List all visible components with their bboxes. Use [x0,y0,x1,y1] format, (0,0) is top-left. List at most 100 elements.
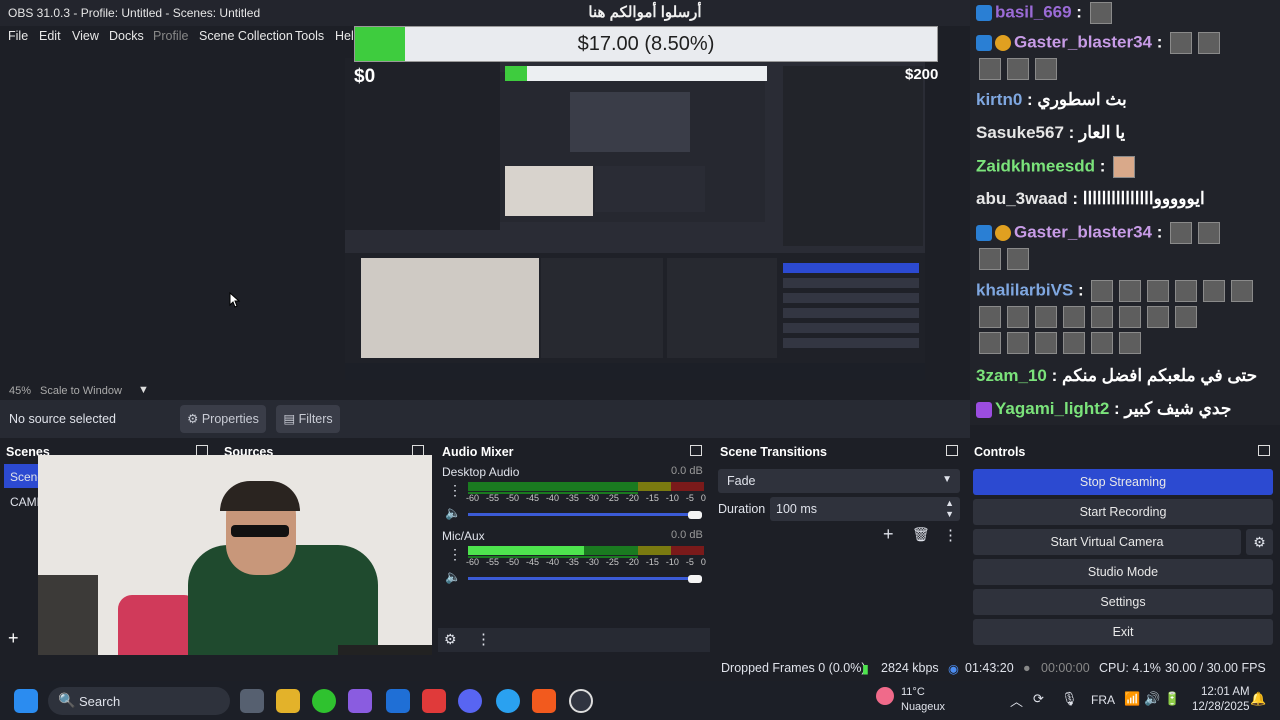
chevron-down-icon[interactable]: ▼ [138,384,149,396]
stream-time: 01:43:20 [965,661,1014,675]
zoom-level[interactable]: 45% [9,385,31,397]
undock-icon[interactable] [690,445,702,456]
taskbar: 🔍 Search 11°C Nuageux ︿ ⟳ 🎙 FRA 📶 🔊 🔋 12… [0,681,1280,720]
volume-slider[interactable] [468,577,702,580]
scale-mode[interactable]: Scale to Window [40,385,122,397]
copilot-icon[interactable] [348,689,372,713]
gear-icon[interactable]: ⚙ [444,631,457,648]
emote-row [976,306,1200,328]
source-context-bar: No source selected ⚙ Properties ▤ Filter… [0,400,970,438]
channel-name: Desktop Audio [442,465,519,479]
channel-db: 0.0 dB [671,465,703,477]
chevron-up-icon[interactable]: ︿ [1010,691,1023,710]
volume-icon[interactable]: 🔊 [1144,691,1160,707]
trash-icon[interactable]: 🗑 [912,526,930,543]
language-indicator[interactable]: FRA [1091,693,1115,707]
virtual-camera-settings-gear-icon[interactable]: ⚙ [1246,529,1273,555]
weather-icon [876,687,894,705]
badge-icon [995,35,1011,51]
chat-username: 3zam_10 [976,366,1047,385]
notification-icon[interactable]: 🔔 [1250,691,1266,707]
brave-icon[interactable] [532,689,556,713]
stop-streaming-button[interactable]: Stop Streaming [973,469,1273,495]
wifi-icon[interactable]: 📶 [1124,691,1140,707]
add-scene-icon[interactable]: + [8,628,19,649]
kebab-menu-icon[interactable]: ⋮ [943,526,958,544]
donation-amount: $17.00 (8.50%) [354,33,938,56]
start-recording-button[interactable]: Start Recording [973,499,1273,525]
mixer-toolbar: ⚙ ⋮ [438,628,710,652]
kebab-menu-icon[interactable]: ⋮ [448,482,462,499]
filters-button[interactable]: ▤ Filters [276,405,340,433]
task-view-icon[interactable] [240,689,264,713]
chat-message: abu_3waad : ايوووووااااااااااااااا [976,189,1205,209]
chat-message: 3zam_10 : حتى في ملعبكم افضل منكم [976,366,1257,386]
chat-message: kirtn0 : بث اسطوري [976,90,1127,110]
filter-icon: ▤ [283,412,298,426]
badge-icon [976,5,992,21]
chat-text: جدي شيف كبير [1124,399,1231,418]
duration-input[interactable]: 100 ms ▲ ▼ [770,497,960,521]
weather-desc: Nuageux [901,701,945,713]
undock-icon[interactable] [1258,445,1270,456]
settings-button[interactable]: Settings [973,589,1273,615]
volume-slider-knob[interactable] [688,575,702,583]
speaker-icon[interactable]: 🔈 [445,505,461,521]
emote-row [976,58,1060,80]
properties-label: Properties [202,412,259,426]
stepper-up-icon[interactable]: ▲ [945,498,954,508]
speaker-icon[interactable]: 🔈 [445,569,461,585]
stepper-down-icon[interactable]: ▼ [945,509,954,519]
donation-title: أرسلوا أموالكم هنا [540,3,750,21]
start-virtual-camera-button[interactable]: Start Virtual Camera [973,529,1241,555]
kebab-menu-icon[interactable]: ⋮ [476,630,491,648]
audio-mixer-title: Audio Mixer [442,445,514,459]
clock-time[interactable]: 12:01 AM [1201,686,1250,698]
taskbar-search[interactable]: 🔍 Search [48,687,230,715]
sync-icon[interactable]: ⟳ [1033,691,1044,707]
chat-username: kirtn0 [976,90,1022,109]
meter-ticks: -60-55-50-45-40-35-30-25-20-15-10-50 [466,557,706,567]
chat-username: Gaster_blaster34 [1014,32,1152,51]
chat-text: ايوووووااااااااااااااا [1083,189,1205,208]
obs-icon[interactable] [569,689,593,713]
exit-button[interactable]: Exit [973,619,1273,645]
store-icon[interactable] [386,689,410,713]
chat-message: Sasuke567 : يا العار [976,123,1125,143]
volume-slider-knob[interactable] [688,511,702,519]
emote-icon [1198,222,1220,244]
volume-meter [468,546,704,555]
menu-docks[interactable]: Docks [109,29,144,43]
chat-username: abu_3waad [976,189,1068,208]
badge-icon [976,225,992,241]
menu-view[interactable]: View [72,29,99,43]
studio-mode-button[interactable]: Studio Mode [973,559,1273,585]
add-transition-icon[interactable]: + [883,524,894,545]
app-icon[interactable] [422,689,446,713]
menu-edit[interactable]: Edit [39,29,61,43]
menu-file[interactable]: File [8,29,28,43]
mic-icon[interactable]: 🎙 [1061,691,1078,707]
clock-date[interactable]: 12/28/2025 [1192,701,1250,713]
status-bar: Dropped Frames 0 (0.0%) ▮ 2824 kbps ◉ 01… [0,655,1280,681]
properties-button[interactable]: ⚙ Properties [180,405,266,433]
edge-icon[interactable] [496,689,520,713]
undock-icon[interactable] [946,445,958,456]
badge-icon [995,225,1011,241]
battery-icon[interactable]: 🔋 [1164,691,1180,707]
fps: 30.00 / 30.00 FPS [1165,661,1266,675]
windows-start-icon[interactable] [14,689,38,713]
kebab-menu-icon[interactable]: ⋮ [448,546,462,563]
menu-profile[interactable]: Profile [153,29,188,43]
volume-slider[interactable] [468,513,702,516]
menu-scene-collection[interactable]: Scene Collection [199,29,293,43]
file-explorer-icon[interactable] [276,689,300,713]
discord-icon[interactable] [458,689,482,713]
chat-message: khalilarbiVS : [976,280,1256,302]
xbox-icon[interactable] [312,689,336,713]
menu-tools[interactable]: Tools [295,29,324,43]
search-icon: 🔍 [58,692,75,709]
transition-select[interactable]: Fade ▼ [718,469,960,493]
zoom-bar: 45% Scale to Window ▼ [0,384,970,399]
channel-db: 0.0 dB [671,529,703,541]
